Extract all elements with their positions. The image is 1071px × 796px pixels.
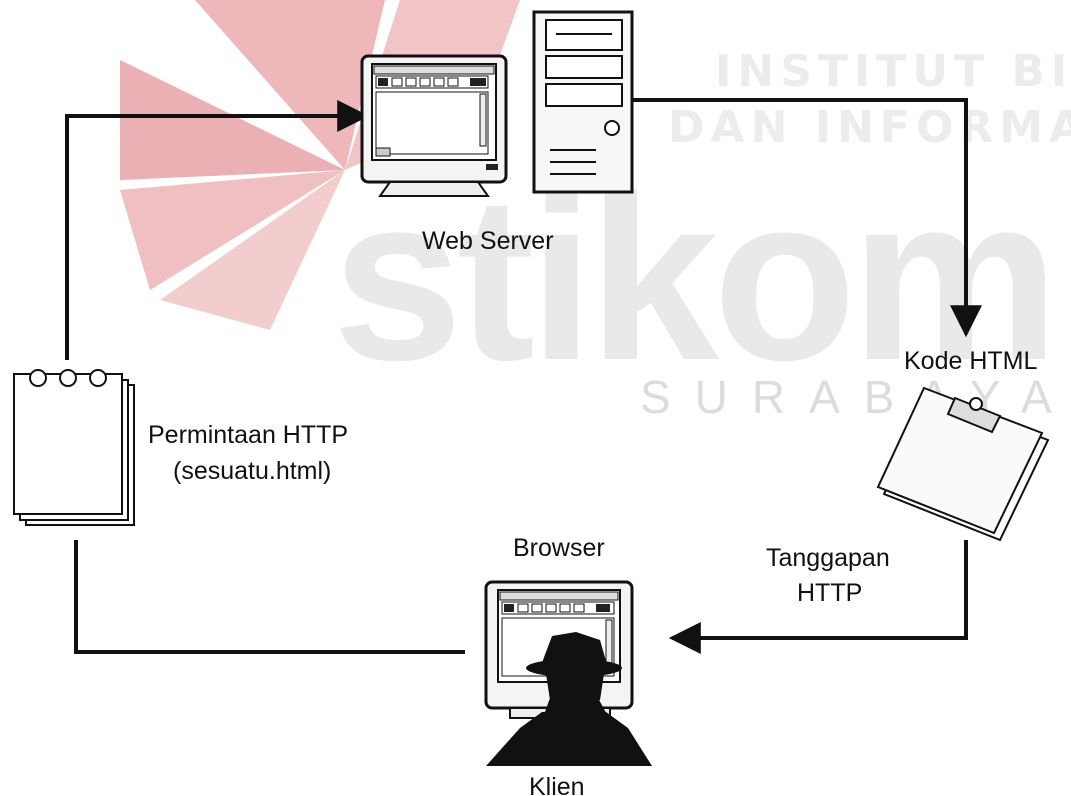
browser-label: Browser xyxy=(513,534,605,562)
server-monitor-icon xyxy=(360,54,508,197)
server-to-html-arrow-line xyxy=(630,98,982,338)
diagram-canvas: INSTITUT BISN DAN INFORMATIK stikom SURA… xyxy=(0,0,1071,796)
request-arrow-line xyxy=(65,100,370,360)
kode-html-label: Kode HTML xyxy=(904,347,1038,375)
http-response-label: HTTP xyxy=(797,579,863,607)
clipboard-icon xyxy=(876,386,1050,542)
permintaan-http-label: Permintaan HTTP xyxy=(148,421,349,449)
tanggapan-label: Tanggapan xyxy=(766,544,890,572)
client-return-line xyxy=(74,540,465,654)
http-flow-diagram xyxy=(13,10,1050,766)
sesuatu-html-label: (sesuatu.html) xyxy=(173,457,332,485)
request-document-icon xyxy=(13,369,135,526)
server-tower-icon xyxy=(532,10,634,194)
web-server-label: Web Server xyxy=(422,227,554,255)
klien-label: Klien xyxy=(529,773,585,796)
